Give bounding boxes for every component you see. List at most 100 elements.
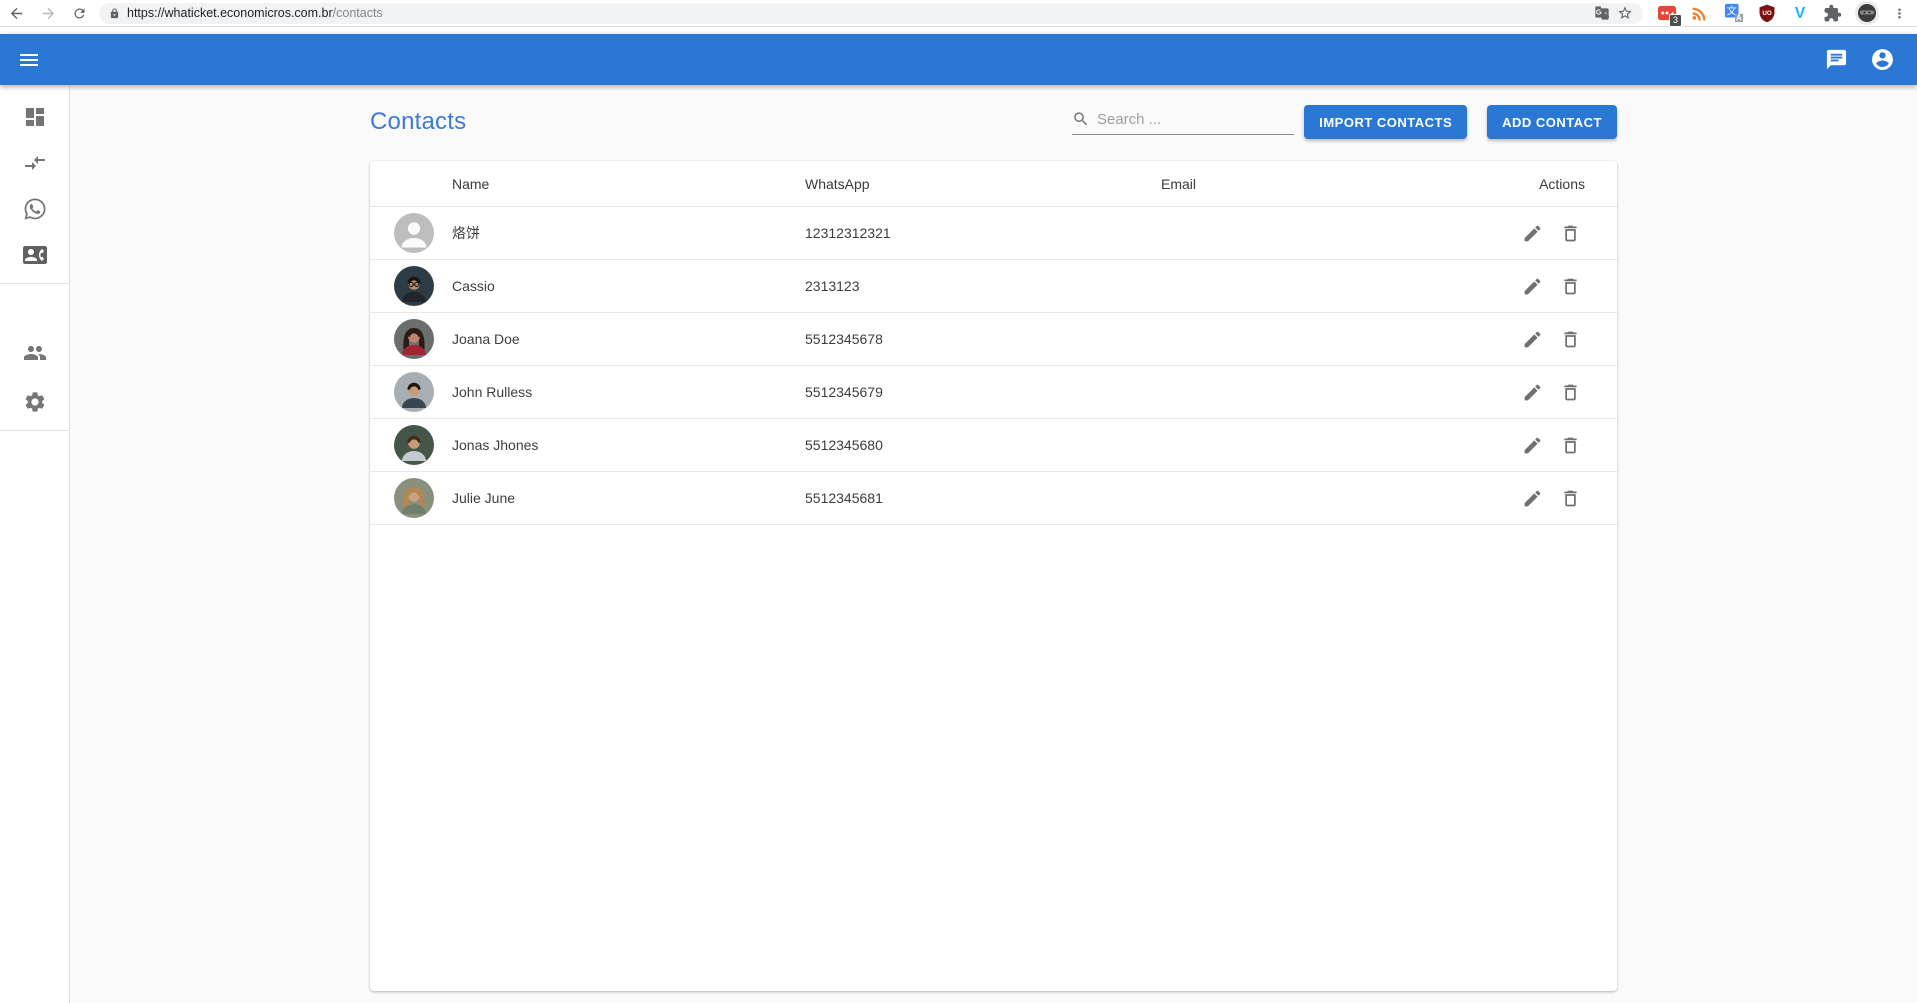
sidebar-divider (0, 283, 69, 284)
sidebar-item-contacts[interactable] (0, 232, 69, 278)
browser-menu-dots-icon (1892, 6, 1907, 21)
delete-icon (1560, 276, 1581, 297)
browser-menu-button[interactable] (1892, 6, 1907, 21)
contact-name: Julie June (452, 490, 805, 506)
edit-icon (1522, 435, 1543, 456)
sidebar-item-connections[interactable] (0, 140, 69, 186)
vimeo-extension-icon: V (1790, 3, 1810, 23)
menu-button[interactable] (6, 37, 52, 83)
edit-icon (1522, 488, 1543, 509)
edit-icon (1522, 329, 1543, 350)
browser-profile-button[interactable] (1855, 1, 1879, 25)
edit-contact-button[interactable] (1517, 218, 1547, 248)
header-email: Email (1155, 176, 1455, 192)
delete-icon (1560, 488, 1581, 509)
delete-contact-button[interactable] (1555, 324, 1585, 354)
delete-contact-button[interactable] (1555, 430, 1585, 460)
extensions-puzzle-icon (1823, 4, 1842, 23)
delete-icon (1560, 223, 1581, 244)
table-row: John Rulless 5512345679 (370, 366, 1617, 419)
browser-toolbar: https://whaticket.economicros.com.br/con… (0, 0, 1917, 27)
import-contacts-button[interactable]: IMPORT CONTACTS (1304, 105, 1467, 139)
translate-extension-button[interactable]: 文A (1724, 3, 1744, 23)
delete-contact-button[interactable] (1555, 377, 1585, 407)
sidebar-item-users[interactable] (0, 328, 69, 377)
main-content: Contacts IMPORT CONTACTS ADD CONTACT Nam… (70, 85, 1917, 1003)
page-top-gap (0, 27, 1917, 34)
refresh-button[interactable] (72, 6, 87, 21)
edit-contact-button[interactable] (1517, 324, 1547, 354)
back-arrow-icon (8, 5, 25, 22)
delete-contact-button[interactable] (1555, 483, 1585, 513)
swap-arrows-icon (23, 151, 47, 175)
chat-button[interactable] (1813, 37, 1859, 83)
contact-whatsapp: 5512345679 (805, 384, 1155, 400)
sidebar-item-dashboard[interactable] (0, 94, 69, 140)
delete-contact-button[interactable] (1555, 271, 1585, 301)
address-bar[interactable]: https://whaticket.economicros.com.br/con… (99, 3, 1643, 24)
search-icon (1072, 109, 1090, 129)
header-whatsapp: WhatsApp (805, 176, 1155, 192)
rss-extension-button[interactable] (1691, 3, 1711, 23)
contact-name: Joana Doe (452, 331, 805, 347)
edit-contact-button[interactable] (1517, 430, 1547, 460)
account-circle-icon (1870, 47, 1895, 72)
svg-text:A: A (1736, 14, 1742, 23)
bookmark-button[interactable] (1617, 5, 1633, 21)
edit-contact-button[interactable] (1517, 377, 1547, 407)
table-row: Julie June 5512345681 (370, 472, 1617, 525)
add-contact-button[interactable]: ADD CONTACT (1487, 105, 1617, 139)
avatar-cell (370, 372, 452, 412)
delete-icon (1560, 382, 1581, 403)
contact-name: John Rulless (452, 384, 805, 400)
contact-avatar (394, 478, 434, 518)
contact-avatar (394, 319, 434, 359)
ublock-extension-button[interactable]: UO (1757, 3, 1777, 23)
url-text: https://whaticket.economicros.com.br/con… (127, 6, 383, 20)
translate-page-button[interactable] (1594, 5, 1610, 21)
vimeo-extension-button[interactable]: V (1790, 3, 1810, 23)
sidebar-item-whatsapp[interactable] (0, 186, 69, 232)
header-actions: Actions (1455, 176, 1617, 192)
contact-whatsapp: 5512345680 (805, 437, 1155, 453)
gear-icon (23, 390, 47, 414)
page-title: Contacts (370, 108, 466, 136)
extensions-button[interactable] (1823, 4, 1842, 23)
red-extension-button[interactable]: 3 (1657, 3, 1678, 24)
edit-icon (1522, 276, 1543, 297)
delete-icon (1560, 435, 1581, 456)
sidebar-admin-section (0, 328, 69, 426)
contact-name: Cassio (452, 278, 805, 294)
menu-icon (17, 48, 41, 72)
table-header: Name WhatsApp Email Actions (370, 161, 1617, 207)
forward-arrow-icon (40, 5, 57, 22)
contact-name: 烙饼 (452, 223, 805, 243)
forward-button[interactable] (40, 5, 57, 22)
table-row: Joana Doe 5512345678 (370, 313, 1617, 366)
sidebar-item-settings[interactable] (0, 377, 69, 426)
ublock-extension-icon: UO (1757, 3, 1777, 23)
search-box (1072, 109, 1294, 135)
avatar-cell (370, 319, 452, 359)
contact-avatar (394, 266, 434, 306)
sidebar-main-section (0, 94, 69, 278)
delete-icon (1560, 329, 1581, 350)
delete-contact-button[interactable] (1555, 218, 1585, 248)
bookmark-star-icon (1617, 5, 1633, 21)
avatar-cell (370, 478, 452, 518)
edit-contact-button[interactable] (1517, 271, 1547, 301)
rss-extension-icon (1691, 3, 1711, 23)
contact-whatsapp: 5512345681 (805, 490, 1155, 506)
contacts-card: Name WhatsApp Email Actions 烙饼 123123123… (370, 161, 1617, 991)
lock-icon (109, 8, 120, 19)
account-button[interactable] (1859, 37, 1905, 83)
edit-icon (1522, 382, 1543, 403)
back-button[interactable] (8, 5, 25, 22)
chat-icon (1825, 48, 1848, 71)
sidebar (0, 85, 70, 1003)
sidebar-divider-bottom (0, 430, 69, 431)
profile-avatar (1855, 1, 1879, 25)
default-avatar (394, 213, 434, 253)
search-input[interactable] (1097, 111, 1294, 128)
edit-contact-button[interactable] (1517, 483, 1547, 513)
